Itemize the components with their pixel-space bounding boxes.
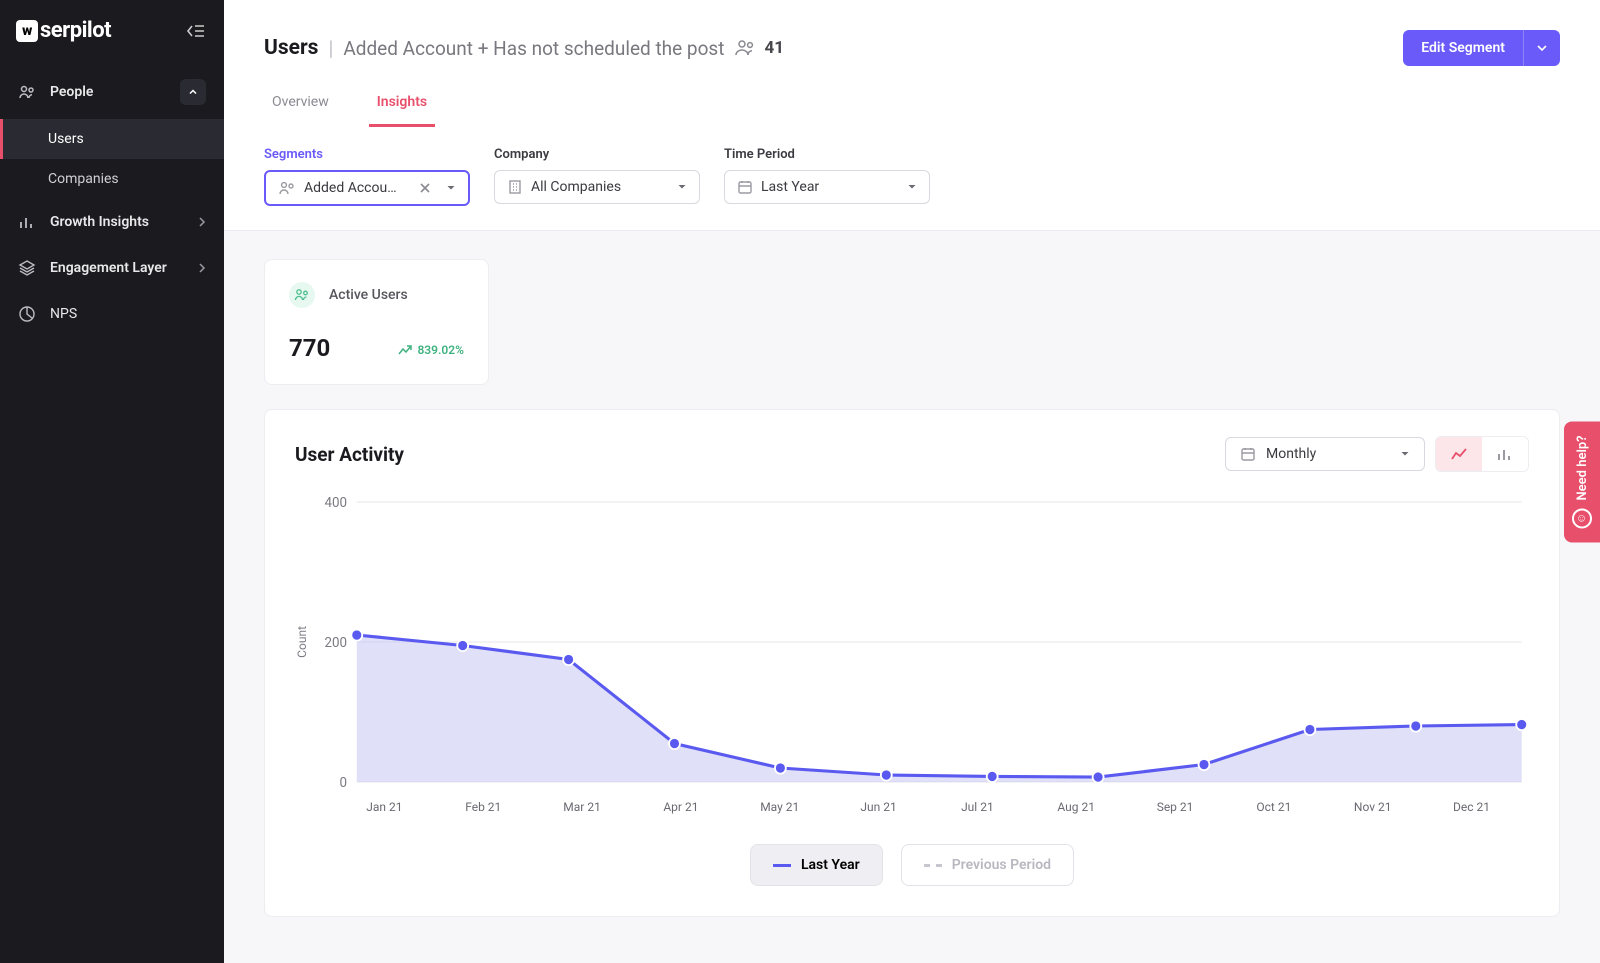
chevron-down-icon bbox=[1400, 449, 1410, 459]
chevron-up-icon bbox=[180, 79, 206, 105]
tab-insights[interactable]: Insights bbox=[369, 94, 435, 127]
people-icon bbox=[18, 83, 36, 101]
legend-last-year[interactable]: Last Year bbox=[750, 844, 883, 886]
pie-chart-icon bbox=[18, 305, 36, 323]
sidebar-collapse-icon[interactable] bbox=[186, 24, 206, 38]
calendar-icon bbox=[737, 179, 753, 195]
svg-text:200: 200 bbox=[325, 635, 348, 651]
users-icon bbox=[734, 39, 756, 57]
main-content: Users | Added Account + Has not schedule… bbox=[224, 0, 1600, 963]
legend-line-icon bbox=[773, 864, 791, 867]
sidebar-item-label: NPS bbox=[50, 306, 77, 322]
segments-value: Added Account + H bbox=[304, 180, 404, 196]
time-value: Last Year bbox=[761, 179, 899, 195]
chart-title: User Activity bbox=[295, 443, 404, 466]
layers-icon bbox=[18, 259, 36, 277]
tabs: Overview Insights bbox=[264, 94, 1560, 127]
help-label: Need help? bbox=[1575, 435, 1590, 500]
edit-segment-dropdown[interactable] bbox=[1523, 30, 1560, 66]
stat-trend-value: 839.02% bbox=[417, 343, 464, 357]
sidebar: wserpilot People Users Companies Growth … bbox=[0, 0, 224, 963]
active-users-icon bbox=[289, 282, 315, 308]
svg-text:0: 0 bbox=[340, 775, 348, 791]
edit-segment-button[interactable]: Edit Segment bbox=[1403, 30, 1523, 66]
brand-logo: wserpilot bbox=[16, 18, 111, 43]
chevron-right-icon bbox=[198, 217, 206, 227]
bar-chart-icon bbox=[18, 213, 36, 231]
filter-label-segments: Segments bbox=[264, 147, 470, 162]
chevron-down-icon bbox=[677, 182, 687, 192]
help-icon: ☺ bbox=[1572, 508, 1592, 528]
legend-previous-period[interactable]: Previous Period bbox=[901, 844, 1074, 886]
filter-label-time: Time Period bbox=[724, 147, 930, 162]
stat-value: 770 bbox=[289, 334, 330, 362]
sidebar-item-people[interactable]: People bbox=[0, 65, 224, 119]
chart-plot-area: 0 200 400 bbox=[313, 492, 1529, 792]
svg-text:400: 400 bbox=[325, 495, 348, 511]
building-icon bbox=[507, 179, 523, 195]
chevron-down-icon bbox=[1536, 42, 1548, 54]
sidebar-item-label: Users bbox=[48, 131, 84, 147]
bar-chart-icon bbox=[1496, 446, 1514, 462]
stat-title: Active Users bbox=[329, 287, 408, 303]
chart-y-label: Count bbox=[295, 626, 309, 658]
sidebar-item-growth-insights[interactable]: Growth Insights bbox=[0, 199, 224, 245]
sidebar-item-companies[interactable]: Companies bbox=[0, 159, 224, 199]
line-chart-view-button[interactable] bbox=[1436, 437, 1482, 471]
segment-name: Added Account + Has not scheduled the po… bbox=[343, 37, 724, 60]
sidebar-item-label: Engagement Layer bbox=[50, 260, 167, 276]
trend-up-icon bbox=[398, 344, 412, 356]
chevron-right-icon bbox=[198, 263, 206, 273]
company-select[interactable]: All Companies bbox=[494, 170, 700, 204]
line-chart-icon bbox=[1450, 446, 1468, 462]
interval-value: Monthly bbox=[1266, 446, 1316, 462]
stat-trend: 839.02% bbox=[398, 343, 464, 357]
sidebar-item-label: Growth Insights bbox=[50, 214, 149, 230]
user-count: 41 bbox=[764, 38, 784, 58]
legend-dashed-icon bbox=[924, 864, 942, 867]
sidebar-item-users[interactable]: Users bbox=[0, 119, 224, 159]
users-icon bbox=[278, 180, 296, 196]
interval-select[interactable]: Monthly bbox=[1225, 437, 1425, 471]
tab-overview[interactable]: Overview bbox=[264, 94, 337, 127]
company-value: All Companies bbox=[531, 179, 669, 195]
page-header: Users | Added Account + Has not schedule… bbox=[224, 0, 1600, 127]
sidebar-item-nps[interactable]: NPS bbox=[0, 291, 224, 337]
clear-icon[interactable] bbox=[419, 182, 431, 194]
legend-label: Previous Period bbox=[952, 857, 1051, 873]
chart-view-toggle bbox=[1435, 436, 1529, 472]
user-activity-card: User Activity Monthly bbox=[264, 409, 1560, 917]
sidebar-item-engagement-layer[interactable]: Engagement Layer bbox=[0, 245, 224, 291]
bar-chart-view-button[interactable] bbox=[1482, 437, 1528, 471]
filter-label-company: Company bbox=[494, 147, 700, 162]
filters-bar: Segments Added Account + H Company All C… bbox=[224, 127, 1600, 231]
calendar-icon bbox=[1240, 446, 1256, 462]
sidebar-item-label: Companies bbox=[48, 171, 119, 187]
chevron-down-icon bbox=[446, 183, 456, 193]
time-period-select[interactable]: Last Year bbox=[724, 170, 930, 204]
need-help-tab[interactable]: Need help? ☺ bbox=[1564, 421, 1600, 542]
page-title: Users bbox=[264, 36, 318, 60]
active-users-card: Active Users 770 839.02% bbox=[264, 259, 489, 385]
segments-select[interactable]: Added Account + H bbox=[264, 170, 470, 206]
chevron-down-icon bbox=[907, 182, 917, 192]
legend-label: Last Year bbox=[801, 857, 860, 873]
sidebar-item-label: People bbox=[50, 84, 93, 100]
chart-x-labels: Jan 21Feb 21Mar 21Apr 21May 21Jun 21Jul … bbox=[295, 800, 1529, 814]
